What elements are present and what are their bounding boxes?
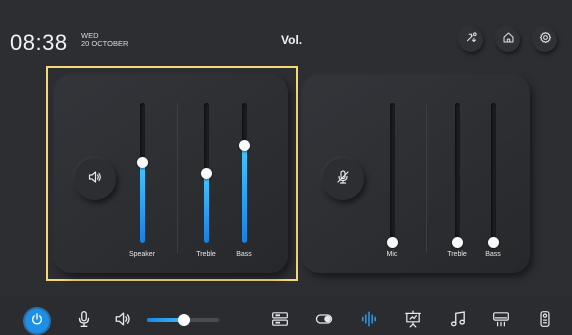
slider-label: Speaker	[128, 251, 156, 258]
volume-knob[interactable]	[178, 314, 190, 326]
toggle-icon	[315, 310, 333, 333]
air-conditioner-button[interactable]	[489, 309, 513, 333]
swap-edit-icon	[465, 31, 478, 49]
power-icon	[30, 312, 44, 331]
slider-bass[interactable]	[488, 103, 499, 248]
date-text: 20 OCTOBER	[81, 39, 129, 48]
slider-fill	[204, 174, 209, 243]
slider-label: Bass	[485, 251, 501, 258]
music-icon	[449, 310, 467, 333]
mic-mute-button[interactable]	[322, 158, 364, 200]
home-button[interactable]	[496, 28, 520, 52]
slider-divider	[177, 103, 178, 253]
speaker-icon	[87, 169, 103, 190]
page-title: Vol.	[281, 33, 303, 47]
slider-divider	[426, 103, 427, 253]
presentation-button[interactable]	[401, 309, 425, 333]
slider-speaker[interactable]	[137, 103, 148, 243]
slider-label: Treble	[196, 251, 216, 258]
speaker-mute-button[interactable]	[111, 309, 135, 333]
mic-panel: Mic Treble Bass	[302, 75, 530, 273]
clock-time: 08:38	[10, 30, 68, 55]
remote-icon	[536, 310, 554, 333]
settings-button[interactable]	[533, 28, 557, 52]
air-conditioner-icon	[492, 310, 510, 333]
clock-date: WED 20 OCTOBER	[81, 32, 128, 48]
slider-fill	[242, 146, 247, 243]
remote-button[interactable]	[533, 309, 557, 333]
speaker-panel: Speaker Treble Bass	[54, 75, 288, 273]
slider-label: Treble	[447, 251, 467, 258]
slider-mic[interactable]	[387, 103, 398, 248]
audio-wave-icon	[360, 310, 378, 333]
slider-knob[interactable]	[201, 168, 212, 179]
mic-muted-icon	[335, 169, 351, 190]
slider-bass[interactable]	[239, 103, 250, 243]
microphone-icon	[75, 310, 93, 333]
slider-label: Bass	[236, 251, 252, 258]
slider-treble[interactable]	[452, 103, 463, 248]
slider-knob[interactable]	[387, 237, 398, 248]
volume-slider[interactable]	[147, 314, 219, 326]
toggle-button[interactable]	[312, 309, 336, 333]
audio-button[interactable]	[357, 309, 381, 333]
speaker-icon	[114, 310, 132, 333]
slider-knob[interactable]	[488, 237, 499, 248]
power-button[interactable]	[25, 309, 49, 333]
header: 08:38 WED 20 OCTOBER Vol.	[0, 0, 572, 60]
volume-screen: 08:38 WED 20 OCTOBER Vol. Speaker Treble…	[0, 0, 572, 335]
slider-treble[interactable]	[201, 103, 212, 243]
presentation-icon	[404, 310, 422, 333]
slider-fill	[140, 163, 145, 243]
slider-knob[interactable]	[137, 157, 148, 168]
slider-knob[interactable]	[239, 140, 250, 151]
speaker-button[interactable]	[74, 158, 116, 200]
microphone-button[interactable]	[72, 309, 96, 333]
slider-label: Mic	[386, 251, 398, 258]
input-source-button[interactable]	[268, 309, 292, 333]
input-source-icon	[271, 310, 289, 333]
settings-icon	[539, 31, 552, 49]
swap-edit-button[interactable]	[459, 28, 483, 52]
slider-knob[interactable]	[452, 237, 463, 248]
music-button[interactable]	[446, 309, 470, 333]
home-icon	[502, 31, 515, 49]
